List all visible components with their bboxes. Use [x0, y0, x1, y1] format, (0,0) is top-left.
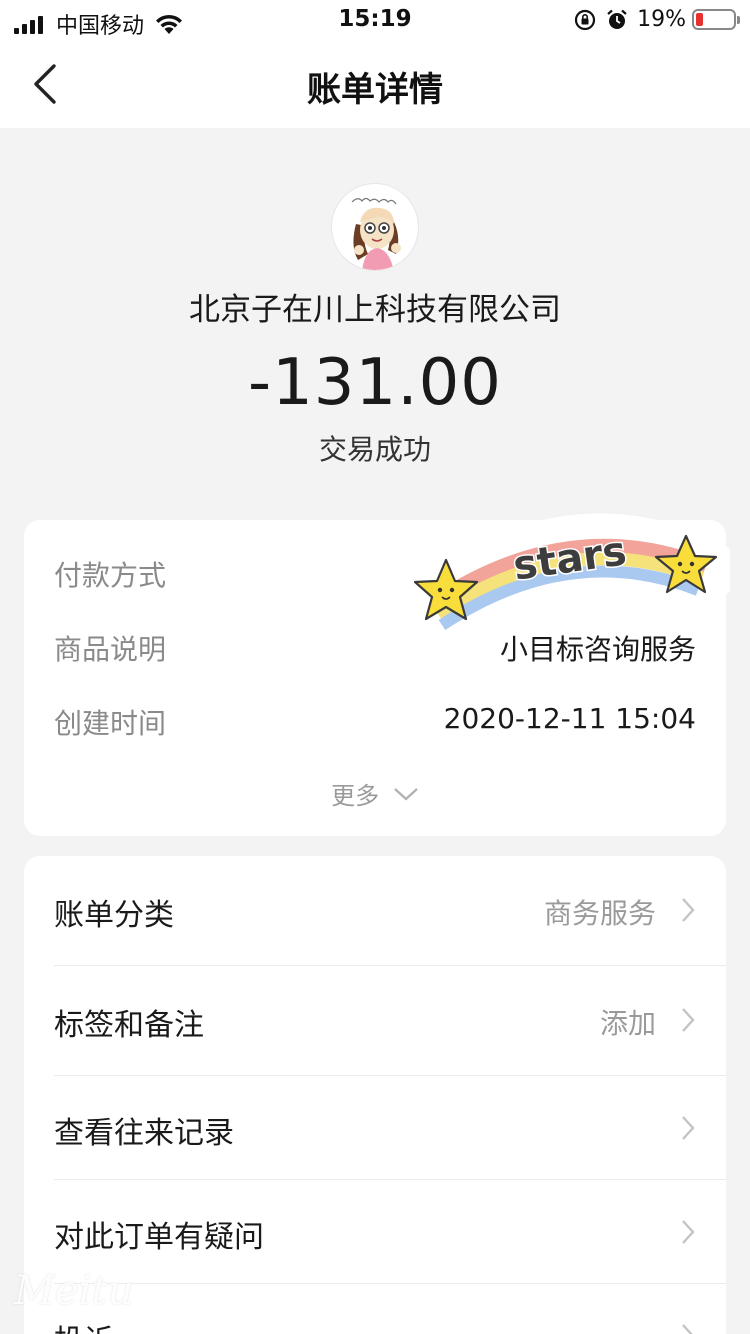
- actions-card: 账单分类 商务服务 标签和备注 添加 查看往来记录 对此订单有疑问 投诉: [24, 856, 726, 1334]
- status-bar: 中国移动 15:19 19%: [0, 0, 750, 40]
- watermark-logo: Meitu: [14, 1268, 134, 1314]
- list-item-label: 投诉: [54, 1316, 114, 1334]
- detail-label: 商品说明: [54, 633, 167, 666]
- list-item-label: 对此订单有疑问: [54, 1220, 264, 1255]
- list-item-tags-notes[interactable]: 标签和备注 添加: [24, 966, 726, 1074]
- battery-icon: [692, 9, 740, 30]
- battery-percent: 19%: [637, 7, 686, 32]
- chevron-right-icon: [682, 898, 695, 922]
- list-item-value: 添加: [599, 1007, 656, 1040]
- chevron-right-icon: [682, 1008, 695, 1032]
- list-item-bill-category[interactable]: 账单分类 商务服务: [24, 856, 726, 964]
- chevron-right-icon: [682, 1220, 695, 1244]
- merchant-name: 北京子在川上科技有限公司: [189, 292, 561, 328]
- list-item-transaction-history[interactable]: 查看往来记录: [24, 1074, 726, 1182]
- nav-bar: 账单详情: [0, 40, 750, 128]
- page-title: 账单详情: [307, 70, 443, 110]
- more-button[interactable]: 更多: [24, 776, 726, 811]
- transaction-amount: -131.00: [247, 346, 503, 420]
- detail-row-created-time: 创建时间 2020-12-11 15:04: [54, 702, 696, 742]
- more-label: 更多: [331, 782, 380, 810]
- list-item-label: 查看往来记录: [54, 1116, 234, 1151]
- transaction-status: 交易成功: [318, 433, 431, 466]
- detail-label: 创建时间: [54, 707, 167, 740]
- list-item-value: 商务服务: [543, 897, 656, 930]
- detail-label: 付款方式: [54, 559, 167, 592]
- alarm-icon: [607, 9, 627, 29]
- chevron-down-icon: [394, 787, 418, 800]
- merchant-avatar: [331, 183, 419, 271]
- chevron-right-icon: [682, 1324, 693, 1334]
- rotation-lock-icon: [574, 9, 596, 30]
- avatar-illustration: [351, 197, 401, 270]
- rainbow-stars-sticker: stars: [410, 513, 730, 635]
- list-item-label: 标签和备注: [54, 1008, 204, 1043]
- battery-level: [696, 13, 703, 26]
- chevron-right-icon: [682, 1116, 695, 1140]
- list-item-label: 账单分类: [54, 898, 174, 933]
- detail-value: 2020-12-11 15:04: [443, 702, 696, 735]
